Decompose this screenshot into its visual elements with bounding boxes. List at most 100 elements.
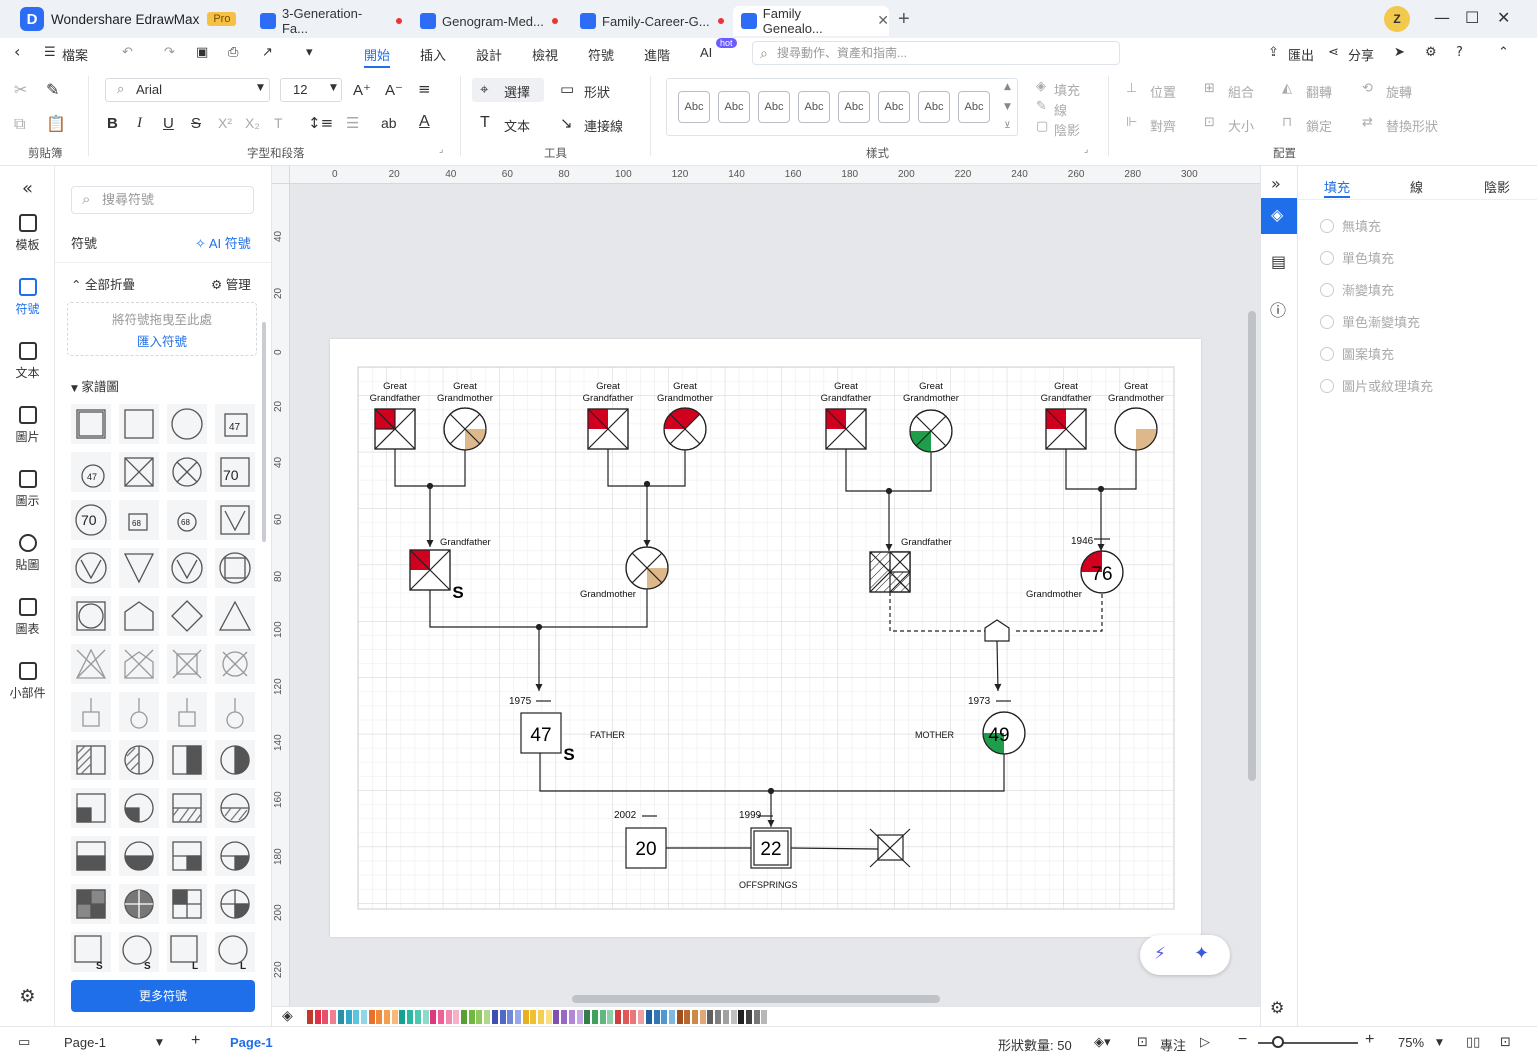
add-page-icon[interactable]: + (191, 1032, 200, 1050)
symbol-search-input[interactable]: 搜尋符號 (71, 186, 254, 214)
paste-icon[interactable]: 📋 (46, 114, 66, 133)
color-swatch[interactable] (676, 1010, 683, 1024)
export-quick-icon[interactable]: ↗ (262, 45, 273, 60)
fill-button[interactable]: 填充 (1054, 80, 1080, 99)
tab-line[interactable]: 線 (1410, 177, 1423, 196)
font-color-icon[interactable]: A (419, 113, 430, 131)
color-swatch[interactable] (353, 1010, 360, 1024)
fit-page-icon[interactable]: ⊡ (1500, 1035, 1511, 1050)
color-swatch[interactable] (545, 1010, 552, 1024)
vertical-scrollbar[interactable] (1248, 311, 1256, 781)
more-quick-icon[interactable]: ▾ (306, 45, 313, 60)
color-swatch[interactable] (599, 1010, 606, 1024)
symbol-drop-area[interactable]: 將符號拖曳至此處 匯入符號 (67, 302, 257, 356)
subscript-icon[interactable]: X₂ (245, 115, 260, 131)
sidebar-item-charts[interactable]: 圖表 (0, 598, 55, 637)
settings-gear-icon[interactable]: ⚙ (1425, 45, 1437, 60)
export-button[interactable]: 匯出 (1288, 45, 1314, 64)
color-swatch[interactable] (561, 1010, 568, 1024)
color-swatch[interactable] (553, 1010, 560, 1024)
focus-button[interactable]: 專注 (1160, 1035, 1186, 1054)
connector-icon[interactable]: ↘ (560, 114, 573, 132)
color-swatch[interactable] (314, 1010, 321, 1024)
style-preset-8[interactable]: Abc (958, 91, 990, 123)
color-swatch[interactable] (461, 1010, 467, 1024)
line-spacing-icon[interactable]: ↕≡ (308, 114, 333, 132)
color-swatch[interactable] (753, 1010, 760, 1024)
italic-icon[interactable]: I (137, 115, 142, 132)
undo-icon[interactable]: ↶ (122, 45, 133, 60)
color-swatch[interactable] (661, 1010, 668, 1024)
color-swatch[interactable] (507, 1010, 514, 1024)
copy-icon[interactable]: ⧉ (14, 114, 25, 134)
text-highlight-icon[interactable]: ab (381, 115, 397, 131)
color-swatch[interactable] (692, 1010, 698, 1024)
great-grandfather-2[interactable] (587, 408, 629, 450)
color-swatch[interactable] (699, 1010, 706, 1024)
rotate-icon[interactable]: ⟲ (1362, 81, 1373, 96)
grandfather-2[interactable] (869, 551, 911, 593)
strikethrough-icon[interactable]: S (191, 115, 201, 132)
color-swatch[interactable] (484, 1010, 491, 1024)
position-icon[interactable]: ⊥ (1126, 81, 1137, 96)
color-swatch[interactable] (715, 1010, 722, 1024)
focus-icon[interactable]: ⊡ (1137, 1035, 1148, 1050)
tab-genogram-med[interactable]: Genogram-Med... (412, 6, 562, 36)
back-icon[interactable]: ‹ (14, 42, 20, 61)
color-swatch[interactable] (707, 1010, 714, 1024)
reading-mode-icon[interactable]: ▯▯ (1466, 1035, 1480, 1050)
expand-dialog-icon[interactable]: ⌟ (439, 145, 443, 155)
color-swatch[interactable] (607, 1010, 614, 1024)
cut-icon[interactable]: ✂ (14, 80, 27, 99)
connector-button[interactable]: 連接線 (584, 116, 623, 135)
great-grandmother-4[interactable] (1114, 407, 1158, 451)
settings-gear-icon[interactable]: ⚙ (1270, 998, 1284, 1017)
no-fill-option[interactable]: 無填充 (1320, 216, 1381, 235)
select-button[interactable]: 選擇 (504, 82, 530, 101)
replace-shape-icon[interactable]: ⇄ (1362, 115, 1373, 130)
color-swatch[interactable] (368, 1010, 375, 1024)
shape-icon[interactable]: ▭ (560, 80, 574, 98)
color-swatch[interactable] (491, 1010, 498, 1024)
sidebar-item-images[interactable]: 圖片 (0, 406, 55, 445)
export-icon[interactable]: ⇪ (1268, 45, 1279, 60)
gradient-fill-option[interactable]: 漸變填充 (1320, 280, 1394, 299)
chevron-down-icon[interactable]: ▼ (1436, 1038, 1443, 1048)
grandfather-1[interactable] (409, 549, 451, 591)
import-symbols-link[interactable]: 匯入符號 (68, 331, 256, 350)
single-gradient-option[interactable]: 單色漸變填充 (1320, 312, 1420, 331)
tab-fill[interactable]: 填充 (1324, 177, 1350, 196)
avatar[interactable]: Z (1384, 6, 1410, 32)
expand-dialog-icon[interactable]: ⌟ (1084, 145, 1088, 155)
color-swatch[interactable] (653, 1010, 660, 1024)
menu-insert[interactable]: 插入 (420, 45, 446, 64)
color-swatch[interactable] (622, 1010, 629, 1024)
line-button[interactable]: 線 (1054, 100, 1067, 119)
flip-button[interactable]: 翻轉 (1306, 82, 1332, 101)
layers-icon[interactable]: ◈▾ (1094, 1035, 1111, 1050)
collapse-ribbon-icon[interactable]: ⌃ (1498, 45, 1509, 60)
align-icon[interactable]: ⊩ (1126, 115, 1137, 130)
great-grandmother-3[interactable] (909, 409, 953, 453)
horizontal-scrollbar[interactable] (572, 995, 940, 1003)
zoom-in-icon[interactable]: + (1365, 1031, 1374, 1049)
zoom-level[interactable]: 75% (1398, 1035, 1424, 1050)
sidebar-item-text[interactable]: 文本 (0, 342, 55, 381)
collapse-all-button[interactable]: ⌃ 全部折疊 (71, 274, 135, 293)
color-swatch[interactable] (360, 1010, 367, 1024)
ai-symbols-button[interactable]: ✧ AI 符號 (195, 233, 251, 252)
color-swatch[interactable] (322, 1010, 329, 1024)
color-swatch[interactable] (630, 1010, 637, 1024)
texture-fill-option[interactable]: 圖片或紋理填充 (1320, 376, 1433, 395)
play-icon[interactable]: ▷ (1200, 1035, 1210, 1050)
color-swatch[interactable] (568, 1010, 575, 1024)
tab-family-career[interactable]: Family-Career-G... (572, 6, 724, 36)
tab-shadow[interactable]: 陰影 (1484, 177, 1510, 196)
hamburger-icon[interactable]: ☰ (44, 45, 56, 60)
grandmother-1[interactable] (625, 546, 669, 590)
share-icon[interactable]: ⋖ (1328, 45, 1339, 60)
bold-icon[interactable]: B (107, 115, 118, 132)
page-panel-icon[interactable]: ▭ (18, 1035, 30, 1050)
ai-sparkle-icon[interactable]: ✦ (1194, 943, 1209, 964)
color-swatch[interactable] (430, 1010, 437, 1024)
